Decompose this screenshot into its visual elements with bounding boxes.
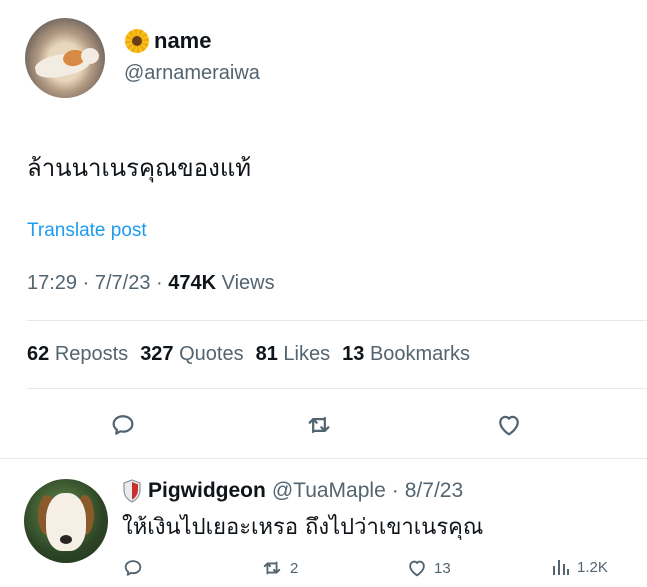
reply-header: Pigwidgeon @TuaMaple · 8/7/23 — [122, 479, 463, 503]
stat-label: Likes — [283, 343, 331, 365]
reply-like-button[interactable]: 13 — [406, 557, 451, 579]
views-label: Views — [221, 272, 275, 294]
stat-likes[interactable]: 81 Likes — [256, 343, 331, 366]
stat-label: Bookmarks — [369, 343, 470, 365]
analytics-icon — [553, 560, 569, 575]
stat-count: 327 — [140, 343, 174, 365]
post-meta: 17:29 · 7/7/23 · 474K Views — [27, 272, 275, 295]
dog-nose — [60, 535, 72, 544]
stat-bookmarks[interactable]: 13 Bookmarks — [342, 343, 470, 366]
author-display-name[interactable]: name — [154, 28, 211, 54]
heart-icon — [409, 560, 425, 577]
meta-separator: · — [391, 479, 399, 502]
reply-like-count: 13 — [434, 559, 451, 577]
reply-icon — [112, 415, 134, 435]
reply-actions: 2 13 1.2K — [0, 557, 647, 583]
repost-icon — [308, 416, 330, 434]
sunflower-emoji-icon — [124, 28, 150, 54]
author-avatar[interactable] — [25, 18, 105, 98]
divider — [27, 388, 647, 389]
translate-post-link[interactable]: Translate post — [27, 220, 147, 242]
reply-repost-button[interactable]: 2 — [260, 557, 298, 579]
reply-button[interactable] — [106, 408, 140, 442]
reply-views-count: 1.2K — [577, 558, 608, 576]
divider — [27, 320, 647, 321]
reply-avatar[interactable] — [24, 479, 108, 563]
reply-text: ให้เงินไปเยอะเหรอ ถึงไปว่าเขาเนรคุณ — [122, 515, 484, 540]
main-post: name @arnameraiwa ล้านนาเนรคุณของแท้ Tra… — [0, 0, 647, 458]
post-text: ล้านนาเนรคุณของแท้ — [27, 154, 252, 182]
reply-repost-count: 2 — [290, 559, 299, 577]
stat-label: Quotes — [179, 343, 244, 365]
shield-emoji-icon — [123, 479, 141, 503]
reply-views-button[interactable]: 1.2K — [551, 557, 608, 577]
stat-reposts[interactable]: 62 Reposts — [27, 343, 128, 366]
repost-icon — [263, 561, 281, 575]
stat-quotes[interactable]: 327 Quotes — [140, 343, 243, 366]
stat-count: 13 — [342, 343, 365, 365]
meta-separator: · — [156, 272, 169, 294]
author-name-row[interactable]: name — [124, 28, 211, 54]
post-date[interactable]: 7/7/23 — [95, 272, 151, 294]
like-button[interactable] — [492, 408, 526, 442]
reply-date[interactable]: 8/7/23 — [405, 479, 463, 503]
reply-reply-button[interactable] — [122, 557, 144, 579]
cat-head — [81, 48, 99, 64]
post-stats: 62 Reposts 327 Quotes 81 Likes 13 Bookma… — [27, 343, 470, 366]
views-count: 474K — [168, 272, 217, 294]
stat-count: 62 — [27, 343, 50, 365]
reply-handle[interactable]: @TuaMaple — [272, 479, 386, 503]
stat-count: 81 — [255, 343, 278, 365]
post-time[interactable]: 17:29 — [27, 272, 77, 294]
meta-separator: · — [82, 272, 95, 294]
stat-label: Reposts — [54, 343, 129, 365]
post-actions — [0, 408, 647, 442]
reply-display-name[interactable]: Pigwidgeon — [148, 479, 266, 503]
author-handle[interactable]: @arnameraiwa — [124, 62, 260, 85]
reply-icon — [124, 560, 142, 576]
reply-post[interactable]: Pigwidgeon @TuaMaple · 8/7/23 ให้เงินไปเ… — [0, 459, 647, 587]
heart-icon — [499, 415, 519, 436]
repost-button[interactable] — [302, 408, 336, 442]
